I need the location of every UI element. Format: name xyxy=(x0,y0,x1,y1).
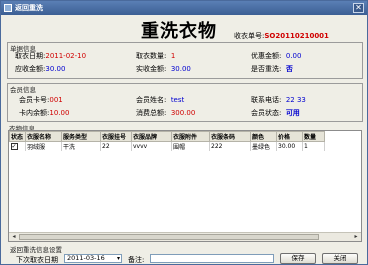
order-number: 收衣单号:SO20110210001 xyxy=(234,31,329,41)
app-icon xyxy=(4,4,12,12)
discount-value: 0.00 xyxy=(285,52,302,60)
quantity: 取衣数量: 1 xyxy=(136,51,175,61)
order-number-value: SO20110210001 xyxy=(264,32,329,40)
card-no: 会员卡号:001 xyxy=(19,95,63,105)
window-title: 返回重洗 xyxy=(15,4,43,12)
next-date-field[interactable]: 2011-03-16 ▾ xyxy=(64,254,122,263)
receivable-label: 应收金额: xyxy=(15,65,46,73)
horizontal-scrollbar[interactable]: ◂ ▸ xyxy=(9,232,361,241)
scroll-thumb[interactable] xyxy=(19,234,319,240)
next-date-label: 下次取衣日期 xyxy=(16,256,58,264)
table-body: ✓ 羽绒服 干洗 22 vvvv 围帽 222 墨绿色 30.00 1 xyxy=(9,141,325,151)
order-info-group: 单据信息 取衣日期:2011-02-10 取衣数量: 1 优惠金额: 0.00 … xyxy=(7,42,363,79)
rewash-settings-title: 返回重洗信息设置 xyxy=(10,246,62,254)
remark-label: 备注: xyxy=(128,256,145,264)
save-button[interactable]: 保存 xyxy=(280,253,316,264)
table-cell: 22 xyxy=(100,141,132,151)
balance-label: 卡内余额: xyxy=(19,109,50,117)
receive-date: 取衣日期:2011-02-10 xyxy=(15,51,86,61)
order-number-label: 收衣单号: xyxy=(234,32,265,40)
total-spent-label: 消费总额: xyxy=(136,109,167,117)
table-cell: 干洗 xyxy=(61,141,101,151)
discount: 优惠金额: 0.00 xyxy=(251,51,301,61)
clothes-table: 状态 衣服名称 服务类型 衣服挂号 衣服品牌 衣服附件 衣服条码 颜色 价格 数量 ✓ 羽绒服 干洗 2… xyxy=(8,130,362,242)
column-header[interactable]: 状态 xyxy=(9,131,26,142)
header: 重洗衣物 收衣单号:SO20110210001 xyxy=(1,15,367,43)
receive-date-value: 2011-02-10 xyxy=(45,52,87,60)
phone-label: 联系电话: xyxy=(251,96,282,104)
column-header[interactable]: 衣服名称 xyxy=(25,131,62,142)
phone: 联系电话: 22 33 xyxy=(251,95,306,105)
discount-label: 优惠金额: xyxy=(251,52,282,60)
balance-value: 10.00 xyxy=(49,109,70,117)
rewash-settings: 返回重洗信息设置 下次取衣日期 2011-03-16 ▾ 备注: 保存 关闭 xyxy=(8,244,362,264)
table-cell: 1 xyxy=(302,141,325,151)
total-spent-value: 300.00 xyxy=(170,109,196,117)
column-header[interactable]: 衣服条码 xyxy=(209,131,251,142)
column-header[interactable]: 数量 xyxy=(302,131,325,142)
table-cell: 羽绒服 xyxy=(25,141,62,151)
receive-date-label: 取衣日期: xyxy=(15,52,46,60)
receivable: 应收金额:30.00 xyxy=(15,64,65,74)
phone-value: 22 33 xyxy=(285,96,306,104)
member-name-value: test xyxy=(170,96,185,104)
column-header[interactable]: 衣服挂号 xyxy=(100,131,132,142)
card-no-value: 001 xyxy=(49,96,63,104)
scroll-right-icon[interactable]: ▸ xyxy=(352,234,360,240)
table-cell: 墨绿色 xyxy=(250,141,277,151)
received: 实收金额: 30.00 xyxy=(136,64,191,74)
table-cell: vvvv xyxy=(131,141,172,151)
receivable-value: 30.00 xyxy=(45,65,66,73)
member-info-group: 会员信息 会员卡号:001 会员姓名: test 联系电话: 22 33 卡内余… xyxy=(7,83,363,122)
next-date-value: 2011-03-16 xyxy=(67,254,105,262)
member-info-title: 会员信息 xyxy=(10,86,36,94)
member-name: 会员姓名: test xyxy=(136,95,184,105)
quantity-label: 取衣数量: xyxy=(136,52,167,60)
close-icon[interactable]: ✕ xyxy=(353,3,364,13)
title-bar: 返回重洗 ✕ xyxy=(1,1,367,15)
rewash-flag: 是否重洗: 否 xyxy=(251,64,293,74)
card-no-label: 会员卡号: xyxy=(19,96,50,104)
table-cell: 222 xyxy=(209,141,251,151)
member-name-label: 会员姓名: xyxy=(136,96,167,104)
balance: 卡内余额:10.00 xyxy=(19,108,69,118)
clothes-grid: 状态 衣服名称 服务类型 衣服挂号 衣服品牌 衣服附件 衣服条码 颜色 价格 数量 ✓ 羽绒服 干洗 2… xyxy=(9,131,325,151)
table-cell: 围帽 xyxy=(171,141,210,151)
received-value: 30.00 xyxy=(170,65,191,73)
close-button[interactable]: 关闭 xyxy=(322,253,358,264)
column-header[interactable]: 价格 xyxy=(276,131,303,142)
column-header[interactable]: 服务类型 xyxy=(61,131,101,142)
rewash-label: 是否重洗: xyxy=(251,65,282,73)
quantity-value: 1 xyxy=(170,52,176,60)
member-status: 会员状态: 可用 xyxy=(251,108,300,118)
rewash-value: 否 xyxy=(285,65,293,73)
table-cell: 30.00 xyxy=(276,141,303,151)
rewash-window: 返回重洗 ✕ 重洗衣物 收衣单号:SO20110210001 单据信息 取衣日期… xyxy=(0,0,368,265)
page-title: 重洗衣物 xyxy=(141,21,217,42)
table-row[interactable]: ✓ 羽绒服 干洗 22 vvvv 围帽 222 墨绿色 30.00 1 xyxy=(9,141,325,151)
column-header[interactable]: 衣服品牌 xyxy=(131,131,172,142)
remark-field[interactable] xyxy=(150,254,274,263)
member-status-label: 会员状态: xyxy=(251,109,282,117)
received-label: 实收金额: xyxy=(136,65,167,73)
scroll-left-icon[interactable]: ◂ xyxy=(10,234,18,240)
column-header[interactable]: 衣服附件 xyxy=(171,131,210,142)
table-header-row: 状态 衣服名称 服务类型 衣服挂号 衣服品牌 衣服附件 衣服条码 颜色 价格 数量 xyxy=(9,131,325,142)
status-cell[interactable]: ✓ xyxy=(9,141,26,151)
total-spent: 消费总额: 300.00 xyxy=(136,108,195,118)
calendar-dropdown-icon[interactable]: ▾ xyxy=(117,255,120,262)
row-checkbox[interactable]: ✓ xyxy=(10,143,18,150)
member-status-value: 可用 xyxy=(285,109,300,117)
column-header[interactable]: 颜色 xyxy=(250,131,277,142)
